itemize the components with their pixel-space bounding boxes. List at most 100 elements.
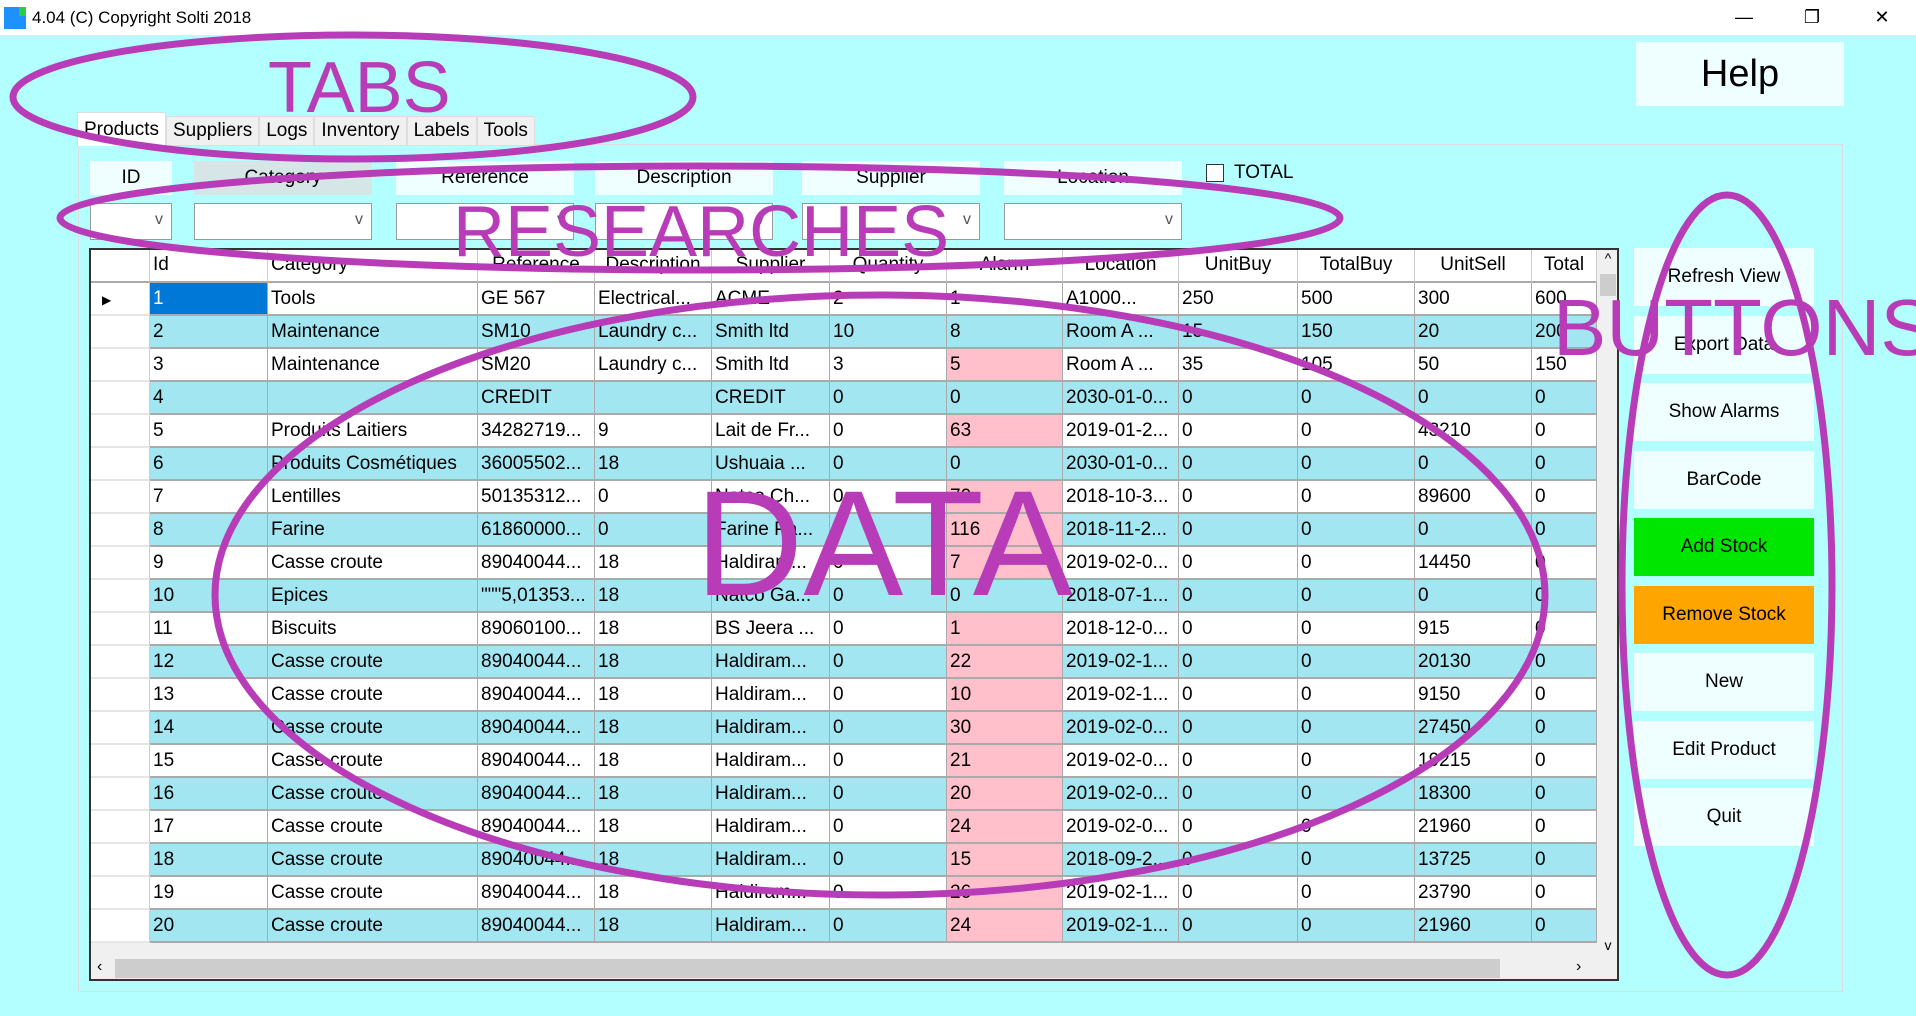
cell-quantity[interactable]: 3 — [830, 349, 947, 382]
scroll-up-icon[interactable]: ^ — [1597, 250, 1617, 266]
cell-unitsell[interactable]: 18300 — [1415, 778, 1532, 811]
cell-supplier[interactable]: Haldiram... — [712, 679, 830, 712]
cell-description[interactable]: Laundry c... — [595, 349, 712, 382]
cell-description[interactable]: 18 — [595, 547, 712, 580]
cell-location[interactable]: 2019-02-0... — [1063, 778, 1179, 811]
chevron-down-icon[interactable]: v — [963, 211, 971, 229]
cell-unitbuy[interactable]: 0 — [1179, 382, 1298, 415]
refresh-view-button[interactable]: Refresh View — [1634, 248, 1814, 306]
cell-reference[interactable]: 89040044... — [478, 811, 595, 844]
cell-reference[interactable]: 50135312... — [478, 481, 595, 514]
cell-id[interactable]: 9 — [150, 547, 268, 580]
barcode-button[interactable]: BarCode — [1634, 450, 1814, 509]
cell-alarm[interactable]: 24 — [947, 910, 1063, 943]
cell-location[interactable]: Room A ... — [1063, 349, 1179, 382]
cell-reference[interactable]: 89040044... — [478, 745, 595, 778]
column-header-category[interactable]: Category — [268, 250, 478, 283]
row-header[interactable] — [91, 877, 150, 910]
cell-unitsell[interactable]: 20 — [1415, 316, 1532, 349]
cell-description[interactable]: 18 — [595, 646, 712, 679]
column-header-unitbuy[interactable]: UnitBuy — [1179, 250, 1298, 283]
cell-unitsell[interactable]: 0 — [1415, 448, 1532, 481]
cell-quantity[interactable]: 0 — [830, 877, 947, 910]
add-stock-button[interactable]: Add Stock — [1634, 518, 1814, 576]
cell-location[interactable]: 2018-10-3... — [1063, 481, 1179, 514]
cell-totalbuy[interactable]: 0 — [1298, 877, 1415, 910]
chevron-down-icon[interactable]: v — [355, 211, 363, 229]
cell-id[interactable]: 5 — [150, 415, 268, 448]
tab-tools[interactable]: Tools — [476, 116, 535, 146]
cell-location[interactable]: 2019-01-2... — [1063, 415, 1179, 448]
cell-id[interactable]: 7 — [150, 481, 268, 514]
cell-unitbuy[interactable]: 0 — [1179, 811, 1298, 844]
row-header[interactable] — [91, 580, 150, 613]
cell-alarm[interactable]: 20 — [947, 778, 1063, 811]
cell-alarm[interactable]: 10 — [947, 679, 1063, 712]
chevron-down-icon[interactable]: v — [557, 211, 565, 229]
export-data-button[interactable]: Export Data — [1634, 315, 1814, 374]
cell-quantity[interactable]: 0 — [830, 679, 947, 712]
filter-combo-reference[interactable]: v — [396, 203, 574, 240]
cell-unitbuy[interactable]: 0 — [1179, 481, 1298, 514]
column-header-id[interactable]: Id — [150, 250, 268, 283]
tab-labels[interactable]: Labels — [406, 116, 477, 146]
row-header[interactable] — [91, 415, 150, 448]
cell-reference[interactable]: 89040044... — [478, 778, 595, 811]
cell-unitbuy[interactable]: 35 — [1179, 349, 1298, 382]
scroll-left-icon[interactable]: ‹ — [97, 958, 102, 976]
cell-supplier[interactable]: Lait de Fr... — [712, 415, 830, 448]
cell-unitbuy[interactable]: 0 — [1179, 613, 1298, 646]
cell-alarm[interactable]: 15 — [947, 844, 1063, 877]
horizontal-scrollbar[interactable]: ‹ › — [91, 956, 1597, 979]
column-header-description[interactable]: Description — [595, 250, 712, 283]
cell-totalbuy[interactable]: 0 — [1298, 415, 1415, 448]
cell-alarm[interactable]: 24 — [947, 811, 1063, 844]
cell-unitbuy[interactable]: 0 — [1179, 514, 1298, 547]
cell-category[interactable]: Lentilles — [268, 481, 478, 514]
cell-totalbuy[interactable]: 0 — [1298, 580, 1415, 613]
cell-unitbuy[interactable]: 0 — [1179, 778, 1298, 811]
cell-total[interactable]: 0 — [1532, 712, 1597, 745]
row-header[interactable] — [91, 613, 150, 646]
cell-total[interactable]: 600 — [1532, 283, 1597, 316]
cell-supplier[interactable]: Haldiram... — [712, 910, 830, 943]
cell-totalbuy[interactable]: 0 — [1298, 448, 1415, 481]
cell-location[interactable]: 2030-01-0... — [1063, 382, 1179, 415]
cell-quantity[interactable]: 0 — [830, 448, 947, 481]
cell-location[interactable]: 2019-02-1... — [1063, 679, 1179, 712]
cell-total[interactable]: 0 — [1532, 514, 1597, 547]
filter-combo-category[interactable]: v — [194, 203, 372, 240]
row-header[interactable] — [91, 646, 150, 679]
cell-quantity[interactable]: 0 — [830, 811, 947, 844]
cell-category[interactable]: Farine — [268, 514, 478, 547]
cell-location[interactable]: 2030-01-0... — [1063, 448, 1179, 481]
scroll-right-icon[interactable]: › — [1576, 958, 1581, 976]
filter-combo-location[interactable]: v — [1004, 203, 1182, 240]
cell-description[interactable]: 18 — [595, 877, 712, 910]
cell-reference[interactable]: 89040044... — [478, 844, 595, 877]
column-header-totalbuy[interactable]: TotalBuy — [1298, 250, 1415, 283]
cell-id[interactable]: 2 — [150, 316, 268, 349]
cell-reference[interactable]: GE 567 — [478, 283, 595, 316]
cell-description[interactable]: 0 — [595, 481, 712, 514]
cell-location[interactable]: 2018-11-2... — [1063, 514, 1179, 547]
cell-totalbuy[interactable]: 0 — [1298, 481, 1415, 514]
filter-combo-supplier[interactable]: v — [802, 203, 980, 240]
cell-category[interactable]: Casse croute — [268, 844, 478, 877]
cell-id[interactable]: 16 — [150, 778, 268, 811]
cell-alarm[interactable]: 26 — [947, 877, 1063, 910]
cell-total[interactable]: 0 — [1532, 613, 1597, 646]
cell-totalbuy[interactable]: 0 — [1298, 844, 1415, 877]
row-header[interactable] — [91, 811, 150, 844]
restore-button[interactable]: ❐ — [1784, 0, 1840, 35]
cell-supplier[interactable]: Smith ltd — [712, 349, 830, 382]
row-header[interactable] — [91, 514, 150, 547]
cell-reference[interactable]: SM20 — [478, 349, 595, 382]
cell-category[interactable]: Maintenance — [268, 349, 478, 382]
cell-supplier[interactable]: Haldiram... — [712, 745, 830, 778]
tab-inventory[interactable]: Inventory — [314, 116, 407, 146]
cell-unitsell[interactable]: 50 — [1415, 349, 1532, 382]
cell-description[interactable]: 18 — [595, 712, 712, 745]
cell-unitbuy[interactable]: 0 — [1179, 712, 1298, 745]
row-header[interactable] — [91, 712, 150, 745]
